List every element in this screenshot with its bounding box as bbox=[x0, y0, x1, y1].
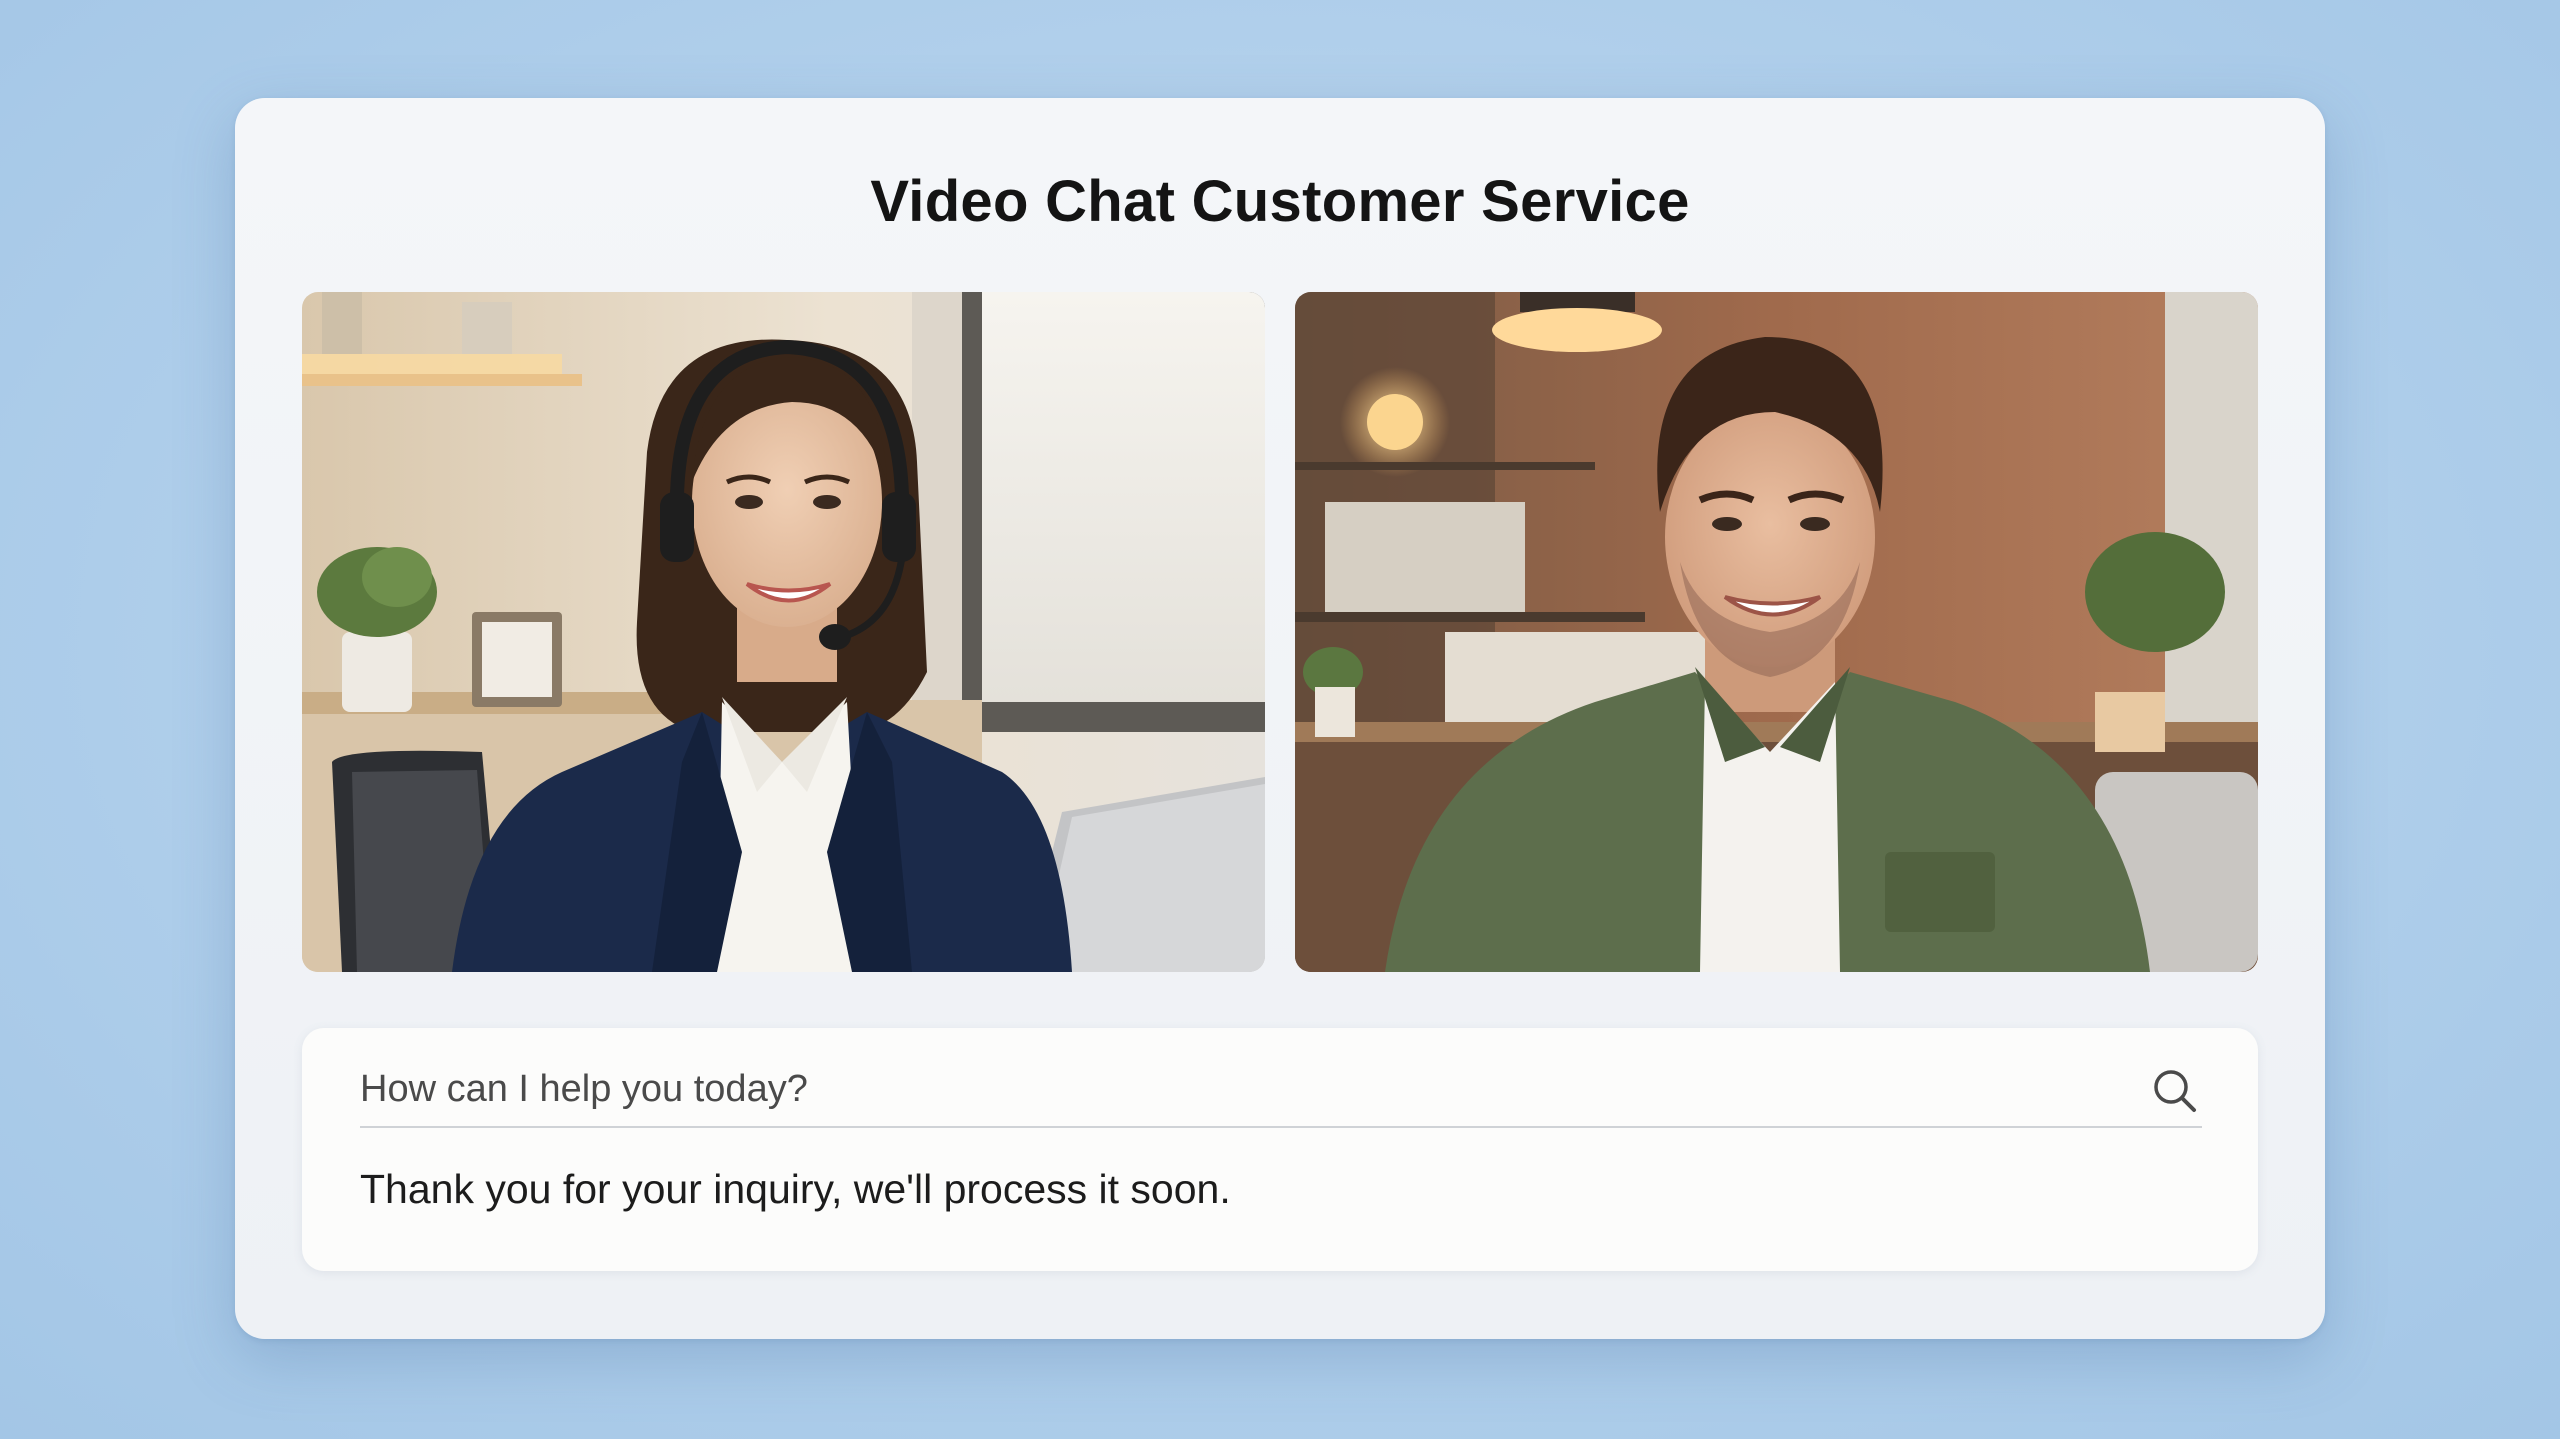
customer-video-image bbox=[1295, 292, 2258, 972]
message-input[interactable] bbox=[360, 1056, 2100, 1122]
page-title: Video Chat Customer Service bbox=[870, 169, 1690, 234]
customer-video-feed[interactable] bbox=[1295, 292, 2258, 972]
agent-video-image bbox=[302, 292, 1265, 972]
message-input-row bbox=[360, 1056, 2202, 1128]
search-button[interactable] bbox=[2148, 1064, 2202, 1118]
agent-video-feed[interactable] bbox=[302, 292, 1265, 972]
reply-message: Thank you for your inquiry, we'll proces… bbox=[360, 1166, 1231, 1212]
chat-panel: Thank you for your inquiry, we'll proces… bbox=[302, 1028, 2258, 1271]
search-icon bbox=[2154, 1070, 2196, 1112]
